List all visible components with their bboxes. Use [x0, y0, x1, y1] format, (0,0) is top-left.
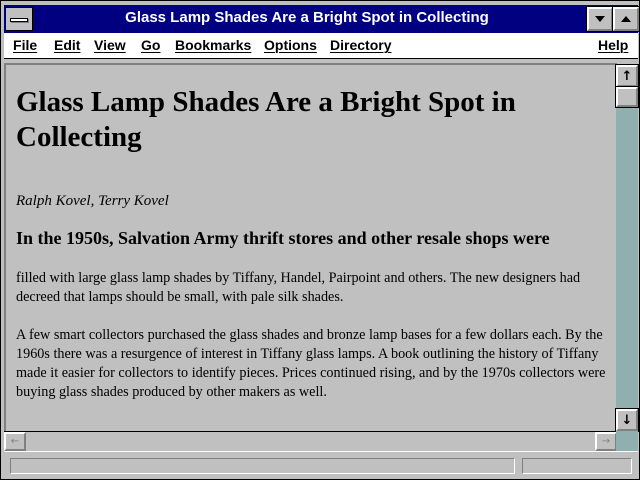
menu-options[interactable]: Options — [264, 37, 317, 53]
system-menu-icon[interactable] — [5, 7, 33, 31]
menu-go[interactable]: Go — [141, 37, 160, 53]
menu-edit[interactable]: Edit — [54, 37, 80, 53]
vertical-scroll-track[interactable] — [616, 87, 638, 409]
menu-bar: File Edit View Go Bookmarks Options Dire… — [4, 33, 638, 59]
article-paragraph: A few smart collectors purchased the gla… — [16, 327, 606, 400]
vertical-scroll-thumb[interactable] — [615, 86, 639, 108]
vertical-scrollbar[interactable]: ↑ ↓ — [615, 64, 639, 432]
status-progress — [522, 458, 632, 474]
horizontal-scroll-track[interactable] — [26, 432, 595, 451]
chevron-down-icon — [595, 16, 605, 22]
browser-window: Glass Lamp Shades Are a Bright Spot in C… — [0, 0, 640, 480]
article-authors: Ralph Kovel, Terry Kovel — [16, 193, 169, 209]
arrow-down-icon: ↓ — [621, 412, 633, 428]
status-bar — [4, 451, 638, 477]
menu-file[interactable]: File — [13, 37, 37, 53]
article-heading: Glass Lamp Shades Are a Bright Spot in C… — [16, 86, 516, 153]
article-subheading: In the 1950s, Salvation Army thrift stor… — [16, 228, 550, 248]
title-bar[interactable]: Glass Lamp Shades Are a Bright Spot in C… — [4, 5, 640, 33]
horizontal-scrollbar[interactable]: ← → — [4, 431, 617, 451]
status-text — [10, 458, 515, 474]
scroll-down-button[interactable]: ↓ — [615, 408, 639, 432]
scrollbar-corner — [616, 431, 638, 451]
arrow-up-icon: ↑ — [621, 68, 633, 84]
arrow-right-icon: → — [601, 436, 611, 447]
chevron-up-icon — [621, 16, 631, 22]
arrow-left-icon: ← — [10, 436, 20, 447]
window-title: Glass Lamp Shades Are a Bright Spot in C… — [125, 9, 489, 26]
menu-help[interactable]: Help — [598, 37, 628, 53]
article-paragraph: filled with large glass lamp shades by T… — [16, 270, 581, 305]
scroll-left-button[interactable]: ← — [4, 432, 26, 451]
document-view[interactable]: Glass Lamp Shades Are a Bright Spot in C… — [4, 63, 617, 431]
maximize-button[interactable] — [612, 6, 640, 32]
scroll-up-button[interactable]: ↑ — [615, 64, 639, 88]
menu-directory[interactable]: Directory — [330, 37, 391, 53]
minimize-button[interactable] — [586, 6, 614, 32]
menu-bookmarks[interactable]: Bookmarks — [175, 37, 251, 53]
menu-view[interactable]: View — [94, 37, 126, 53]
scroll-right-button[interactable]: → — [595, 432, 617, 451]
document-body: Glass Lamp Shades Are a Bright Spot in C… — [16, 85, 611, 402]
